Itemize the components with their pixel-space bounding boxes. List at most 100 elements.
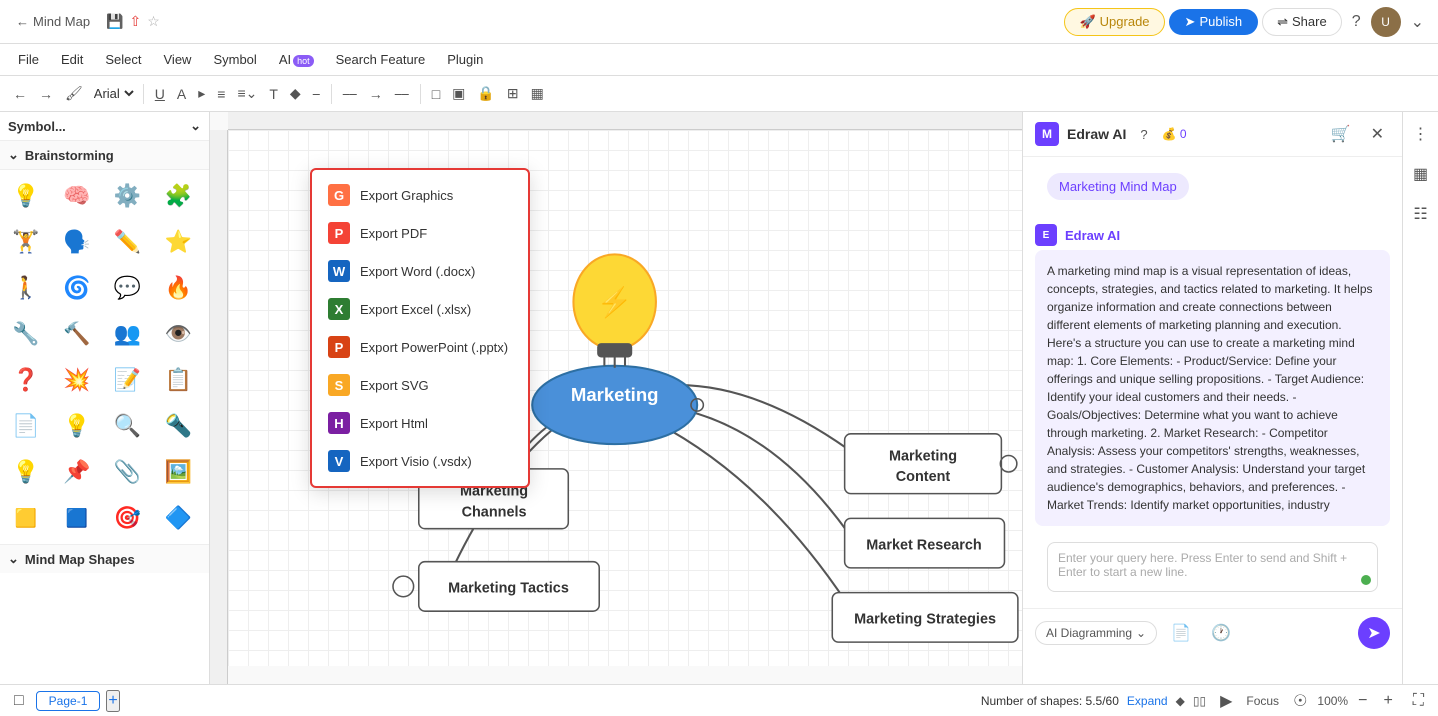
fill-button[interactable]: ◆: [285, 82, 306, 105]
shape-note[interactable]: 📝: [106, 358, 150, 402]
page-nav-left[interactable]: □: [8, 688, 30, 714]
menu-view[interactable]: View: [154, 48, 202, 71]
dropdown-item-1[interactable]: P Export PDF: [312, 214, 528, 252]
connector-button[interactable]: ⎯⎯: [338, 82, 362, 105]
font-color-button[interactable]: A: [172, 83, 191, 105]
dropdown-item-2[interactable]: W Export Word (.docx): [312, 252, 528, 290]
shape-pencil[interactable]: ✏️: [106, 220, 150, 264]
expand-link[interactable]: Expand: [1127, 694, 1168, 708]
upgrade-button[interactable]: 🚀 Upgrade: [1064, 8, 1164, 36]
menu-ai[interactable]: AIhot: [269, 48, 324, 71]
account-chevron[interactable]: ⌄: [1405, 8, 1430, 36]
shape-bulb4[interactable]: 💡: [4, 450, 48, 494]
brainstorming-section[interactable]: ⌄ Brainstorming: [0, 141, 209, 170]
marketing-chip[interactable]: Marketing Mind Map: [1047, 173, 1189, 200]
shadow-button[interactable]: ▣: [447, 82, 470, 105]
shape-question[interactable]: ❓: [4, 358, 48, 402]
shape-people[interactable]: 👥: [106, 312, 150, 356]
shape-rect-yellow[interactable]: 🟨: [4, 496, 48, 540]
menu-plugin[interactable]: Plugin: [437, 48, 493, 71]
menu-file[interactable]: File: [8, 48, 49, 71]
canvas-area[interactable]: Marketing Marketing Channels Marketing T…: [210, 112, 1022, 684]
right-layers-icon[interactable]: ▦: [1409, 160, 1432, 188]
shape-image[interactable]: 🖼️: [156, 450, 200, 494]
shape-burst[interactable]: 💥: [55, 358, 99, 402]
shape-list[interactable]: 📄: [4, 404, 48, 448]
shape-head-green[interactable]: 🗣️: [55, 220, 99, 264]
menu-symbol[interactable]: Symbol: [203, 48, 266, 71]
dropdown-item-5[interactable]: S Export SVG: [312, 366, 528, 404]
shape-star[interactable]: ⭐: [156, 220, 200, 264]
ai-cart-button[interactable]: 🛒: [1325, 120, 1357, 148]
mind-map-shapes-section[interactable]: ⌄ Mind Map Shapes: [0, 544, 209, 573]
undo-button[interactable]: ←: [8, 83, 32, 105]
redo-button[interactable]: →: [34, 83, 58, 105]
stack-icon[interactable]: ▯▯: [1193, 694, 1206, 708]
shape-gear-green[interactable]: ⚙️: [106, 174, 150, 218]
menu-search[interactable]: Search Feature: [326, 48, 436, 71]
font-select[interactable]: Arial: [90, 85, 137, 102]
shape-speech[interactable]: 💬: [106, 266, 150, 310]
shape-bulb3[interactable]: 🔦: [156, 404, 200, 448]
ai-input-area[interactable]: Enter your query here. Press Enter to se…: [1047, 542, 1378, 592]
avatar[interactable]: U: [1371, 7, 1401, 37]
shape-clip[interactable]: 📎: [106, 450, 150, 494]
ai-attach-button[interactable]: 📄: [1165, 619, 1197, 647]
arrow-button[interactable]: →: [364, 83, 388, 105]
align-button[interactable]: ≡: [212, 83, 230, 105]
shape-bulb2[interactable]: 💡: [55, 404, 99, 448]
zoom-options-button[interactable]: ☉: [1287, 687, 1313, 715]
lock-button[interactable]: 🔒: [472, 82, 499, 105]
shape-spiral[interactable]: 🌀: [55, 266, 99, 310]
shape-misc2[interactable]: 🔷: [156, 496, 200, 540]
dropdown-item-7[interactable]: V Export Visio (.vsdx): [312, 442, 528, 480]
back-button[interactable]: ← Mind Map: [8, 10, 98, 33]
ai-send-button[interactable]: ➤: [1358, 617, 1390, 649]
add-page-button[interactable]: +: [106, 690, 119, 712]
shape-misc1[interactable]: 🎯: [106, 496, 150, 540]
share-button[interactable]: ⇌ Share: [1262, 8, 1342, 36]
shape-puzzle[interactable]: 🧩: [156, 174, 200, 218]
border-button[interactable]: □: [427, 83, 445, 105]
shape-magnifier[interactable]: 🔍: [106, 404, 150, 448]
fullscreen-button[interactable]: ⛶: [1407, 688, 1430, 714]
line-button[interactable]: ⎯: [308, 82, 325, 105]
shape-wrench[interactable]: 🔨: [55, 312, 99, 356]
publish-button[interactable]: ➤ Publish: [1169, 9, 1259, 35]
help-button[interactable]: ?: [1346, 9, 1367, 35]
dropdown-item-4[interactable]: P Export PowerPoint (.pptx): [312, 328, 528, 366]
text-button[interactable]: T: [264, 83, 283, 105]
font-size-button[interactable]: ▸: [193, 82, 210, 105]
shape-fire[interactable]: 🔥: [156, 266, 200, 310]
shape-lightbulb-green[interactable]: 💡: [4, 174, 48, 218]
zoom-in-button[interactable]: +: [1377, 688, 1398, 714]
shape-pin[interactable]: 📌: [55, 450, 99, 494]
shape-checklist[interactable]: 📋: [156, 358, 200, 402]
dropdown-item-6[interactable]: H Export Html: [312, 404, 528, 442]
page-tab[interactable]: Page-1: [36, 691, 101, 711]
group-button[interactable]: ⊞: [502, 82, 524, 105]
panel-chevron[interactable]: ⌄: [190, 118, 201, 134]
ai-mode-button[interactable]: AI Diagramming ⌄: [1035, 621, 1157, 645]
shape-figure-yellow[interactable]: 🏋️: [4, 220, 48, 264]
right-grid-icon[interactable]: ☷: [1409, 200, 1431, 228]
shape-figure2[interactable]: 🚶: [4, 266, 48, 310]
shape-brain-pink[interactable]: 🧠: [55, 174, 99, 218]
table-button[interactable]: ▦: [526, 82, 549, 105]
focus-button[interactable]: ▶: [1214, 687, 1238, 715]
right-expand-icon[interactable]: ⋮: [1409, 120, 1433, 148]
line-style-button[interactable]: ⎯⎯: [390, 82, 414, 105]
shape-rect-blue[interactable]: 🟦: [55, 496, 99, 540]
dropdown-item-3[interactable]: X Export Excel (.xlsx): [312, 290, 528, 328]
ai-history-button[interactable]: 🕐: [1205, 619, 1237, 647]
zoom-out-button[interactable]: −: [1352, 688, 1373, 714]
shape-eye[interactable]: 👁️: [156, 312, 200, 356]
ai-help-button[interactable]: ?: [1134, 123, 1153, 146]
underline-button[interactable]: U: [150, 83, 170, 105]
format-paint-button[interactable]: 🖌: [60, 82, 88, 105]
menu-edit[interactable]: Edit: [51, 48, 93, 71]
dropdown-item-0[interactable]: G Export Graphics: [312, 176, 528, 214]
list-button[interactable]: ≡⌄: [232, 82, 262, 105]
export-icon[interactable]: ⇧: [130, 13, 142, 30]
ai-close-button[interactable]: ✕: [1365, 120, 1390, 148]
